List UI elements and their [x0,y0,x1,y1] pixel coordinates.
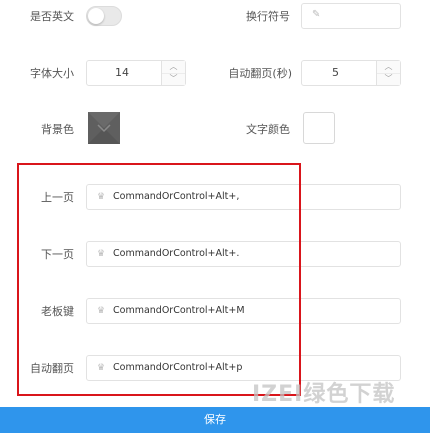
font-size-label: 字体大小 [30,67,74,80]
save-button-label: 保存 [204,413,226,426]
watermark: IZEI绿色下载 [252,382,396,407]
english-toggle[interactable] [86,6,122,26]
auto-page-value: 5 [332,66,339,79]
font-size-stepper[interactable]: ︿ ﹀ [161,61,185,85]
newline-input[interactable]: ✎ [301,3,401,29]
bg-texture-icon [88,112,120,144]
font-size-value: 14 [115,66,129,79]
save-button[interactable]: 保存 [0,407,430,433]
font-size-input[interactable]: 14 ︿ ﹀ [86,60,186,86]
chevron-down-icon[interactable]: ﹀ [162,73,185,85]
text-color-label: 文字颜色 [246,123,290,136]
auto-page-label: 自动翻页(秒) [228,67,292,80]
newline-label: 换行符号 [246,10,290,23]
toggle-knob [88,8,104,24]
chevron-down-icon[interactable]: ﹀ [377,73,400,85]
bg-color-label: 背景色 [41,123,74,136]
highlight-box [17,163,301,396]
pencil-icon: ✎ [312,9,321,20]
bg-color-swatch[interactable] [88,112,120,144]
text-color-swatch[interactable] [303,112,335,144]
auto-page-input[interactable]: 5 ︿ ﹀ [301,60,401,86]
english-label: 是否英文 [30,10,74,23]
auto-page-stepper[interactable]: ︿ ﹀ [376,61,400,85]
